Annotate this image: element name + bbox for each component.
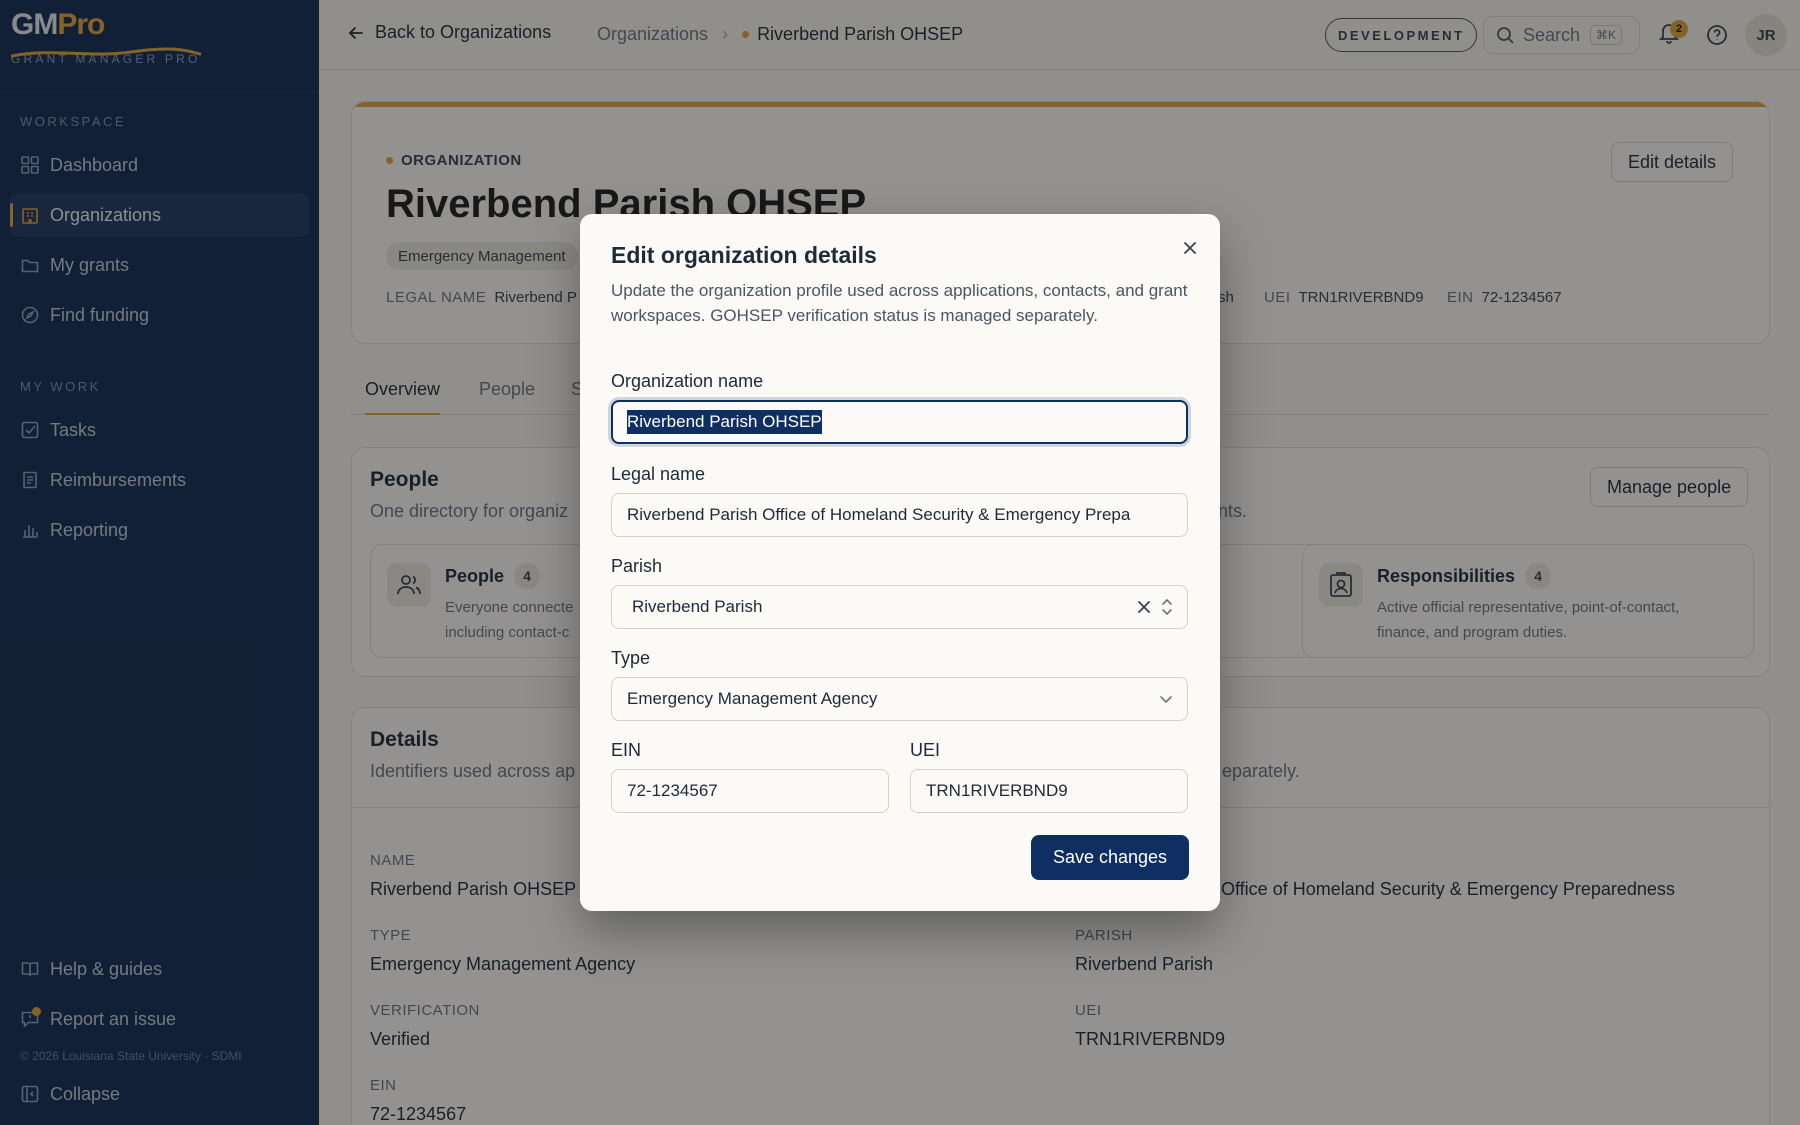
parish-label: Parish — [611, 556, 663, 576]
selected-text: Riverbend Parish OHSEP — [627, 410, 822, 434]
close-button[interactable] — [1178, 236, 1202, 260]
dialog-description: Update the organization profile used acr… — [611, 281, 1188, 325]
dialog-title: Edit organization details — [611, 242, 877, 268]
org-name-input[interactable]: Riverbend Parish OHSEP — [611, 400, 1188, 444]
chevron-down-icon — [1159, 678, 1173, 720]
type-select[interactable]: Emergency Management Agency — [611, 677, 1188, 721]
ein-label: EIN — [611, 740, 642, 760]
org-name-label: Organization name — [611, 371, 764, 391]
close-icon — [1184, 242, 1196, 254]
clear-x-icon — [1138, 601, 1150, 613]
clear-parish-button[interactable] — [1137, 600, 1151, 614]
legal-name-label: Legal name — [611, 464, 706, 484]
uei-label: UEI — [910, 740, 941, 760]
save-changes-button[interactable]: Save changes — [1031, 835, 1189, 880]
ein-input[interactable]: 72-1234567 — [611, 769, 889, 813]
type-label: Type — [611, 648, 651, 668]
uei-input[interactable]: TRN1RIVERBND9 — [910, 769, 1188, 813]
legal-name-input[interactable]: Riverbend Parish Office of Homeland Secu… — [611, 493, 1188, 537]
chevron-up-down-icon — [1161, 598, 1173, 616]
parish-combobox[interactable]: Riverbend Parish — [611, 585, 1188, 629]
edit-organization-dialog: Edit organization details Update the org… — [580, 214, 1220, 911]
